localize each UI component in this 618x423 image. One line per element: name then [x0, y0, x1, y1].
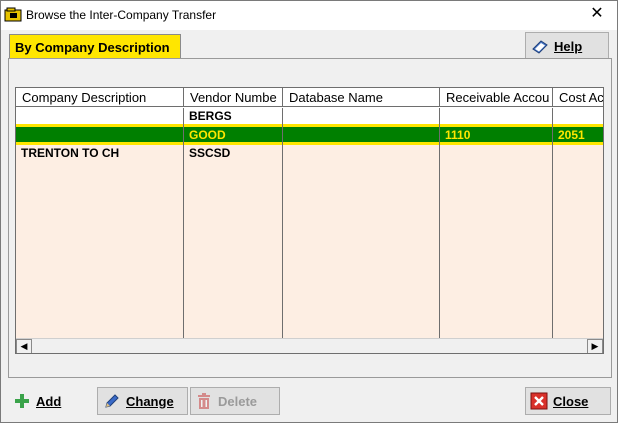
cell-cost-account [553, 145, 603, 162]
add-label: Add [36, 393, 62, 409]
cell-company-description: TRENTON TO CH [21, 146, 120, 160]
grid-body: BERGS GOOD 1110 2051 TRENTON TO CH SSCSD [16, 108, 603, 338]
help-label: Help [554, 38, 583, 54]
cell-database-name [283, 108, 440, 125]
trash-icon [195, 392, 213, 410]
column-divider [183, 108, 184, 338]
folder-icon [4, 6, 23, 23]
cell-cost-account: 2051 [558, 128, 585, 142]
window-title: Browse the Inter-Company Transfer [26, 8, 217, 22]
delete-label: Delete [218, 393, 258, 409]
column-divider [439, 108, 440, 338]
title-bar: Browse the Inter-Company Transfer ✕ [1, 1, 617, 30]
col-header-company-description[interactable]: Company Description [16, 88, 184, 107]
change-button[interactable]: Change [97, 387, 188, 415]
column-divider [282, 108, 283, 338]
table-row-selected[interactable]: GOOD 1110 2051 [16, 124, 603, 145]
change-label: Change [126, 393, 174, 409]
help-button[interactable]: Help [525, 32, 609, 60]
add-button[interactable]: Add [8, 387, 93, 415]
pencil-icon [103, 392, 121, 410]
data-grid[interactable]: Company Description Vendor Numbe Databas… [15, 87, 604, 354]
delete-button[interactable]: Delete [190, 387, 280, 415]
cell-cost-account [553, 108, 603, 125]
window-close-icon[interactable]: ✕ [587, 4, 607, 24]
col-header-cost-account[interactable]: Cost Ac [553, 88, 603, 107]
cell-receivable-account [440, 108, 553, 125]
cell-receivable-account: 1110 [445, 128, 471, 142]
col-header-database-name[interactable]: Database Name [283, 88, 440, 107]
tab-by-company-description[interactable]: By Company Description [9, 34, 181, 59]
table-row[interactable]: TRENTON TO CH SSCSD [16, 145, 603, 162]
col-header-vendor-number[interactable]: Vendor Numbe [184, 88, 283, 107]
close-button[interactable]: Close [525, 387, 611, 415]
close-x-icon [530, 392, 548, 410]
cell-database-name [283, 127, 440, 144]
help-book-icon [531, 37, 549, 55]
cell-receivable-account [440, 145, 553, 162]
cell-company-description [16, 108, 184, 125]
scroll-right-icon[interactable]: ▶ [587, 339, 603, 353]
close-label: Close [553, 393, 589, 409]
table-row[interactable]: BERGS [16, 108, 603, 125]
grid-header: Company Description Vendor Numbe Databas… [16, 88, 603, 107]
cell-vendor-number: SSCSD [189, 146, 231, 160]
cell-database-name [283, 145, 440, 162]
column-divider [552, 108, 553, 338]
scroll-thumb[interactable] [33, 340, 45, 352]
col-header-receivable-account[interactable]: Receivable Accou [440, 88, 553, 107]
horizontal-scrollbar[interactable]: ◀ ▶ [16, 338, 603, 353]
scroll-left-icon[interactable]: ◀ [16, 339, 32, 353]
cell-vendor-number: GOOD [189, 128, 226, 142]
browse-window: Browse the Inter-Company Transfer ✕ By C… [0, 0, 618, 423]
cell-company-description [16, 127, 184, 144]
cell-vendor-number: BERGS [189, 109, 232, 123]
plus-icon [13, 392, 31, 410]
